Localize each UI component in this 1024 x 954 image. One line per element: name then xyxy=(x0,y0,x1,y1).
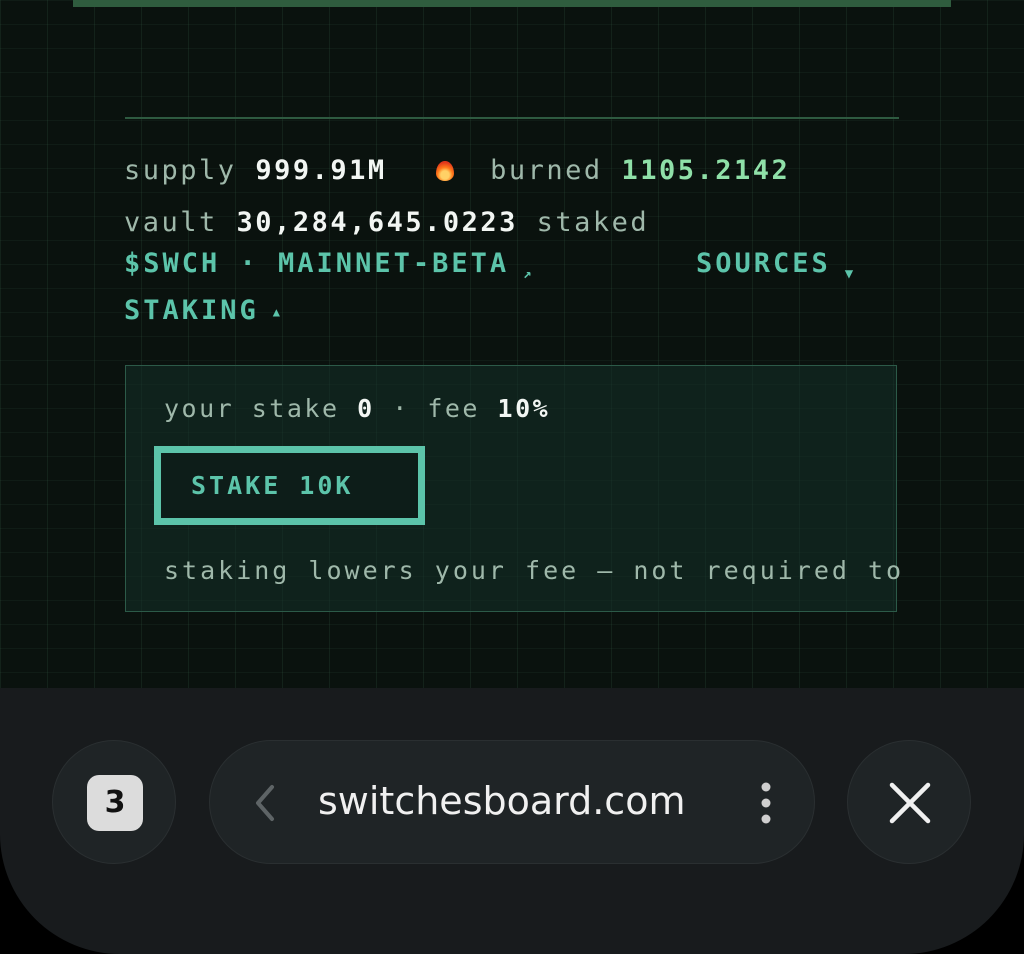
close-button[interactable] xyxy=(847,740,971,864)
burned-label: burned xyxy=(490,155,603,186)
supply-value: 999.91M xyxy=(255,155,387,186)
your-stake-value: 0 xyxy=(357,394,375,423)
burned-value: 1105.2142 xyxy=(621,155,791,186)
supply-burned-line: supply 999.91M burned 1105.2142 xyxy=(124,155,790,186)
vault-label: vault xyxy=(124,207,218,238)
sources-toggle[interactable]: SOURCES ▼ xyxy=(696,248,856,282)
info-separator: · xyxy=(392,394,410,423)
url-text[interactable]: switchesboard.com xyxy=(318,779,685,823)
links-row: $SWCH · MAINNET-BETA ↗ SOURCES ▼ xyxy=(124,248,904,284)
staking-label: STAKING xyxy=(124,295,259,326)
vault-line: vault 30,284,645.0223 staked xyxy=(124,207,649,238)
tab-count: 3 xyxy=(87,775,143,831)
close-icon xyxy=(889,782,931,824)
browser-toolbar: 3 switchesboard.com xyxy=(0,688,1024,954)
more-vertical-icon[interactable] xyxy=(756,781,776,825)
staking-toggle[interactable]: STAKING ▲ xyxy=(124,295,283,326)
vault-suffix: staked xyxy=(536,207,650,238)
caret-up-icon: ▲ xyxy=(272,305,284,319)
network-link[interactable]: $SWCH · MAINNET-BETA ↗ xyxy=(124,248,535,282)
supply-label: supply xyxy=(124,155,237,186)
staking-panel: your stake 0 · fee 10% STAKE 10K staking… xyxy=(125,365,901,612)
fee-label: fee xyxy=(427,394,480,423)
flame-icon xyxy=(435,159,455,183)
vault-value: 30,284,645.0223 xyxy=(236,207,518,238)
section-divider xyxy=(125,117,899,119)
chevron-left-icon[interactable] xyxy=(250,783,280,823)
stake-10k-button[interactable]: STAKE 10K xyxy=(154,446,425,525)
sources-label: SOURCES xyxy=(696,248,831,279)
staking-note: staking lowers your fee — not required t… xyxy=(164,556,905,585)
stake-info-line: your stake 0 · fee 10% xyxy=(164,394,550,423)
caret-down-icon: ▼ xyxy=(844,266,857,282)
external-arrow-icon: ↗ xyxy=(523,266,535,282)
fee-value: 10% xyxy=(497,394,551,423)
your-stake-label: your stake xyxy=(164,394,340,423)
tabs-button[interactable]: 3 xyxy=(52,740,176,864)
page-content: supply 999.91M burned 1105.2142 vault 30… xyxy=(0,0,1024,700)
address-bar[interactable]: switchesboard.com xyxy=(209,740,815,864)
network-link-label: $SWCH · MAINNET-BETA xyxy=(124,248,510,279)
top-accent-bar xyxy=(73,0,951,7)
